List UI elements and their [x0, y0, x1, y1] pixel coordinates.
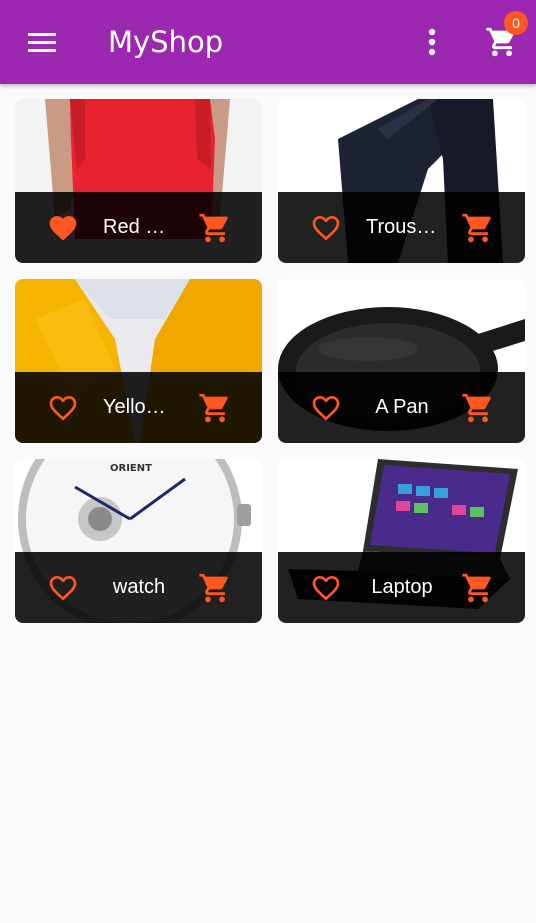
tile-footer: Yellow Scarf	[15, 372, 262, 443]
add-to-cart-button[interactable]	[193, 566, 237, 610]
app-title: MyShop	[108, 25, 224, 59]
product-title: Trousers	[366, 216, 438, 238]
shopping-cart-icon	[199, 573, 228, 603]
tile-footer: Trousers	[278, 192, 525, 263]
product-title: Red Shirt	[103, 216, 175, 238]
product-tile[interactable]: ORIENT watch	[15, 459, 262, 623]
heart-outline-icon	[49, 576, 77, 601]
more-options-button[interactable]	[412, 22, 452, 62]
tile-footer: A Pan	[278, 372, 525, 443]
product-title: Yellow Scarf	[103, 396, 175, 418]
product-title: Laptop	[371, 576, 433, 598]
cart-count-badge: 0	[504, 11, 528, 35]
shopping-cart-icon	[462, 393, 491, 423]
tile-footer: Red Shirt	[15, 192, 262, 263]
tile-footer: Laptop	[278, 552, 525, 623]
favorite-button[interactable]	[306, 206, 346, 250]
shopping-cart-icon	[462, 213, 491, 243]
menu-icon	[28, 33, 56, 52]
tile-footer: watch	[15, 552, 262, 623]
heart-outline-icon	[312, 216, 340, 241]
app-bar: MyShop 0	[0, 0, 536, 84]
add-to-cart-button[interactable]	[456, 386, 500, 430]
product-tile[interactable]: A Pan	[278, 279, 525, 443]
product-tile[interactable]: Red Shirt	[15, 99, 262, 263]
add-to-cart-button[interactable]	[456, 206, 500, 250]
add-to-cart-button[interactable]	[456, 566, 500, 610]
heart-outline-icon	[49, 396, 77, 421]
heart-outline-icon	[312, 396, 340, 421]
product-title: watch	[112, 576, 166, 598]
favorite-button[interactable]	[43, 206, 83, 250]
heart-outline-icon	[312, 576, 340, 601]
product-title: A Pan	[375, 396, 429, 418]
heart-filled-icon	[49, 216, 77, 241]
product-tile[interactable]: Laptop	[278, 459, 525, 623]
shopping-cart-icon	[462, 573, 491, 603]
menu-button[interactable]	[20, 22, 64, 62]
shopping-cart-icon	[199, 213, 228, 243]
svg-text:ORIENT: ORIENT	[110, 463, 152, 474]
favorite-button[interactable]	[306, 566, 346, 610]
favorite-button[interactable]	[43, 566, 83, 610]
more-vertical-icon	[428, 28, 436, 56]
product-tile[interactable]: Trousers	[278, 99, 525, 263]
add-to-cart-button[interactable]	[193, 386, 237, 430]
favorite-button[interactable]	[306, 386, 346, 430]
shopping-cart-icon	[199, 393, 228, 423]
add-to-cart-button[interactable]	[193, 206, 237, 250]
product-tile[interactable]: Yellow Scarf	[15, 279, 262, 443]
favorite-button[interactable]	[43, 386, 83, 430]
